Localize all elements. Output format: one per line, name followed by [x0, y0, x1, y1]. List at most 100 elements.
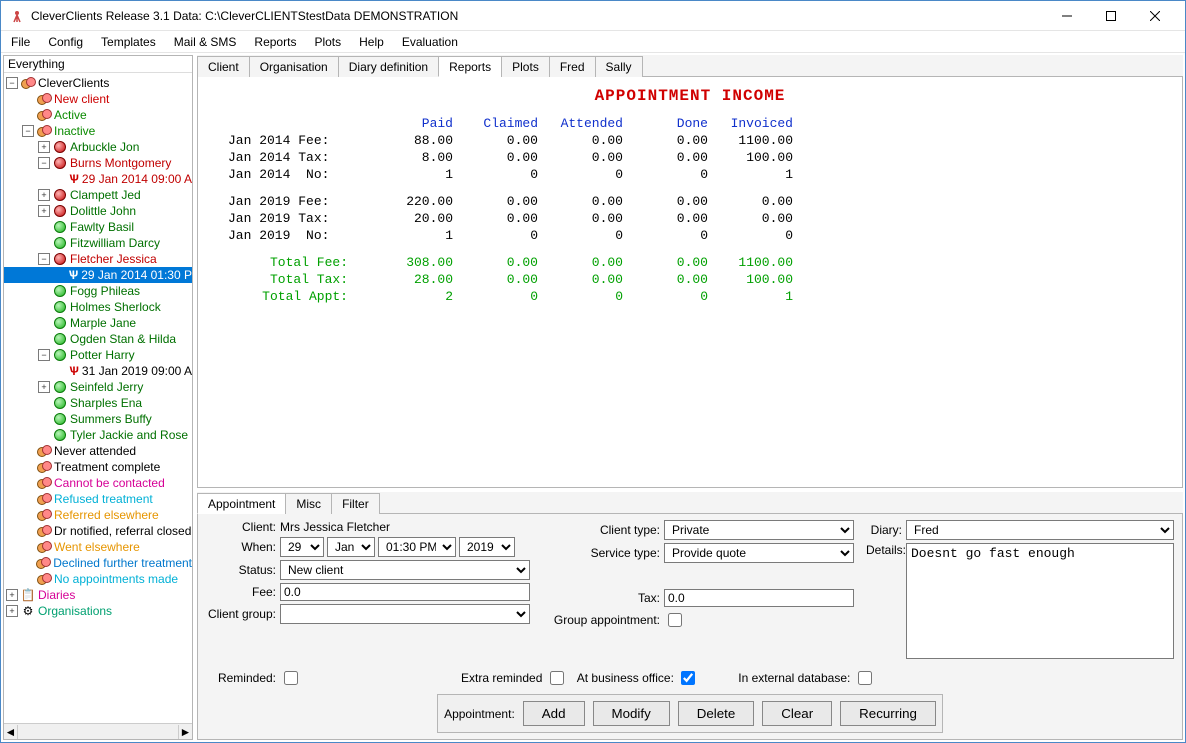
expand-icon[interactable]: +: [38, 189, 50, 201]
tab-diary-definition[interactable]: Diary definition: [338, 56, 439, 77]
tree-item[interactable]: Holmes Sherlock: [70, 300, 161, 314]
tree-referred-elsewhere[interactable]: Referred elsewhere: [54, 508, 159, 522]
expand-icon[interactable]: +: [38, 141, 50, 153]
menu-file[interactable]: File: [7, 33, 34, 51]
tree-appt-selected[interactable]: 29 Jan 2014 01:30 P: [81, 268, 192, 282]
menu-mail-sms[interactable]: Mail & SMS: [170, 33, 241, 51]
recurring-button[interactable]: Recurring: [840, 701, 936, 726]
tree-root[interactable]: CleverClients: [38, 76, 109, 90]
tree-item[interactable]: Burns Montgomery: [70, 156, 171, 170]
tax-input[interactable]: [664, 589, 854, 607]
table-row: Total Appt:20001: [228, 288, 793, 305]
minimize-button[interactable]: [1045, 2, 1089, 30]
tree-dr-notified[interactable]: Dr notified, referral closed: [54, 524, 191, 538]
office-checkbox[interactable]: [681, 671, 695, 685]
details-text[interactable]: Doesnt go fast enough: [906, 543, 1174, 659]
expand-icon[interactable]: −: [6, 77, 18, 89]
client-tree[interactable]: − CleverClients New client Active − Inacti…: [4, 73, 192, 723]
tree-item[interactable]: Fitzwilliam Darcy: [70, 236, 160, 250]
tree-item[interactable]: Sharples Ena: [70, 396, 142, 410]
tree-diaries[interactable]: Diaries: [38, 588, 75, 602]
tree-treatment-complete[interactable]: Treatment complete: [54, 460, 160, 474]
app-window: CleverClients Release 3.1 Data: C:\Cleve…: [0, 0, 1186, 743]
tree-item[interactable]: Clampett Jed: [70, 188, 141, 202]
tab-client[interactable]: Client: [197, 56, 250, 77]
subtab-misc[interactable]: Misc: [285, 493, 332, 514]
tree-item[interactable]: Fletcher Jessica: [70, 252, 157, 266]
tree-active[interactable]: Active: [54, 108, 87, 122]
expand-icon[interactable]: −: [38, 157, 50, 169]
tree-item[interactable]: Arbuckle Jon: [70, 140, 139, 154]
people-icon: [37, 492, 51, 506]
client-group-select[interactable]: [280, 604, 530, 624]
expand-icon[interactable]: +: [6, 605, 18, 617]
client-type-select[interactable]: Private: [664, 520, 854, 540]
tree-appt[interactable]: 31 Jan 2019 09:00 A: [82, 364, 192, 378]
menu-templates[interactable]: Templates: [97, 33, 160, 51]
sidebar-scrollbar[interactable]: ◄ ►: [4, 723, 192, 739]
tree-appt[interactable]: 29 Jan 2014 09:00 A: [82, 172, 192, 186]
tree-refused-treatment[interactable]: Refused treatment: [54, 492, 153, 506]
menu-evaluation[interactable]: Evaluation: [398, 33, 462, 51]
service-type-label: Service type:: [546, 546, 664, 560]
maximize-button[interactable]: [1089, 2, 1133, 30]
fee-label: Fee:: [206, 585, 280, 599]
tree-item[interactable]: Potter Harry: [70, 348, 135, 362]
tree-item[interactable]: Fawlty Basil: [70, 220, 134, 234]
when-day-select[interactable]: 29: [280, 537, 324, 557]
expand-icon[interactable]: +: [38, 205, 50, 217]
status-icon: [53, 300, 67, 314]
tree-no-appt-made[interactable]: No appointments made: [54, 572, 178, 586]
tab-plots[interactable]: Plots: [501, 56, 550, 77]
extra-reminded-checkbox[interactable]: [550, 671, 564, 685]
tab-reports[interactable]: Reports: [438, 56, 502, 77]
titlebar: CleverClients Release 3.1 Data: C:\Cleve…: [1, 1, 1185, 31]
reminded-checkbox[interactable]: [284, 671, 298, 685]
menu-help[interactable]: Help: [355, 33, 388, 51]
expand-icon[interactable]: −: [22, 125, 34, 137]
tree-item[interactable]: Ogden Stan & Hilda: [70, 332, 176, 346]
tab-sally[interactable]: Sally: [595, 56, 643, 77]
tree-went-elsewhere[interactable]: Went elsewhere: [54, 540, 140, 554]
tree-never-attended[interactable]: Never attended: [54, 444, 136, 458]
tree-item[interactable]: Fogg Phileas: [70, 284, 140, 298]
sidebar: Everything −CleverClients New client Act…: [3, 55, 193, 740]
tree-cannot-contact[interactable]: Cannot be contacted: [54, 476, 165, 490]
when-time-select[interactable]: 01:30 PM: [378, 537, 456, 557]
modify-button[interactable]: Modify: [593, 701, 670, 726]
subtab-filter[interactable]: Filter: [331, 493, 380, 514]
delete-button[interactable]: Delete: [678, 701, 755, 726]
tree-declined-treatment[interactable]: Declined further treatment: [53, 556, 192, 570]
when-year-select[interactable]: 2019: [459, 537, 515, 557]
status-select[interactable]: New client: [280, 560, 530, 580]
menu-reports[interactable]: Reports: [250, 33, 300, 51]
menu-config[interactable]: Config: [44, 33, 87, 51]
tree-item[interactable]: Tyler Jackie and Rose: [70, 428, 188, 442]
close-button[interactable]: [1133, 2, 1177, 30]
tree-item[interactable]: Summers Buffy: [70, 412, 152, 426]
group-appt-checkbox[interactable]: [668, 613, 682, 627]
when-month-select[interactable]: Jan: [327, 537, 375, 557]
expand-icon[interactable]: −: [38, 253, 50, 265]
expand-icon[interactable]: +: [38, 381, 50, 393]
tree-orgs[interactable]: Organisations: [38, 604, 112, 618]
fee-input[interactable]: [280, 583, 530, 601]
tree-inactive[interactable]: Inactive: [54, 124, 95, 138]
subtab-appointment[interactable]: Appointment: [197, 493, 286, 514]
menu-plots[interactable]: Plots: [310, 33, 345, 51]
clear-button[interactable]: Clear: [762, 701, 832, 726]
diary-select[interactable]: Fred: [906, 520, 1174, 540]
tree-item[interactable]: Seinfeld Jerry: [70, 380, 143, 394]
add-button[interactable]: Add: [523, 701, 585, 726]
external-db-checkbox[interactable]: [858, 671, 872, 685]
tree-new-client[interactable]: New client: [54, 92, 109, 106]
tab-fred[interactable]: Fred: [549, 56, 596, 77]
people-icon: [21, 76, 35, 90]
tab-organisation[interactable]: Organisation: [249, 56, 339, 77]
service-type-select[interactable]: Provide quote: [664, 543, 854, 563]
diary-icon: 📋: [21, 588, 35, 602]
tree-item[interactable]: Marple Jane: [70, 316, 136, 330]
expand-icon[interactable]: +: [6, 589, 18, 601]
expand-icon[interactable]: −: [38, 349, 50, 361]
tree-item[interactable]: Dolittle John: [70, 204, 136, 218]
